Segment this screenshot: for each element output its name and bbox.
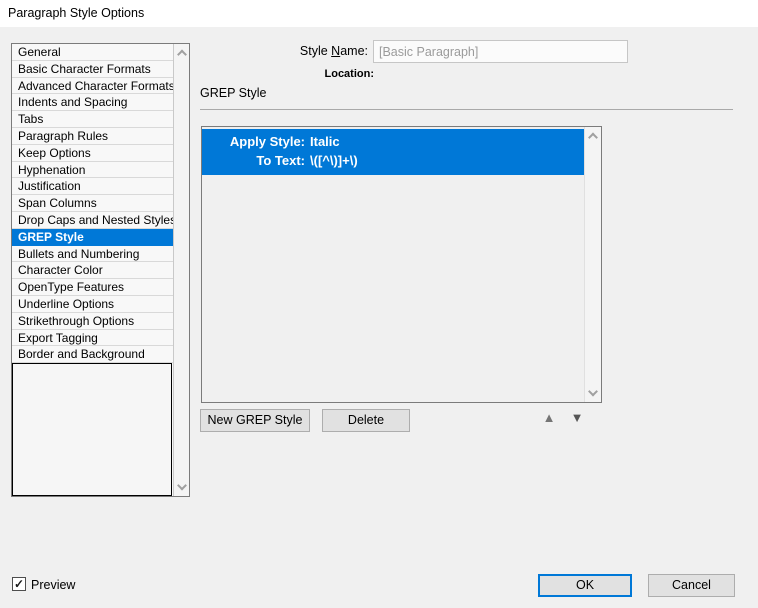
sidebar-item-opentype-features[interactable]: OpenType Features	[12, 279, 173, 296]
paragraph-style-options-dialog: { "window": { "title": "Paragraph Style …	[0, 0, 758, 608]
scroll-up-icon[interactable]	[176, 49, 187, 60]
sidebar-item-grep-style[interactable]: GREP Style	[12, 228, 173, 246]
panel-title: GREP Style	[200, 86, 267, 100]
dialog-title: Paragraph Style Options	[8, 6, 145, 20]
grep-line-label: To Text:	[256, 153, 305, 168]
sidebar-item-export-tagging[interactable]: Export Tagging	[12, 330, 173, 347]
scroll-down-icon[interactable]	[176, 480, 187, 491]
preview-checkbox[interactable]: ✓	[12, 577, 26, 591]
move-down-button[interactable]: ▼	[567, 409, 587, 427]
sidebar-item-border-and-background[interactable]: Border and Background	[12, 346, 173, 364]
cancel-button[interactable]: Cancel	[648, 574, 735, 597]
sidebar-item-justification[interactable]: Justification	[12, 178, 173, 196]
sidebar-scrollbar[interactable]	[173, 44, 189, 496]
grep-style-entry[interactable]: Apply Style: Italic To Text: \([^\)]+\)	[202, 129, 584, 175]
grep-list-scrollbar[interactable]	[584, 127, 601, 402]
grep-line-value: \([^\)]+\)	[310, 153, 358, 168]
grep-line-label: Apply Style:	[229, 134, 305, 149]
style-name-input	[373, 40, 628, 63]
move-up-button[interactable]: ▲	[539, 409, 559, 427]
grep-style-list: Apply Style: Italic To Text: \([^\)]+\)	[201, 126, 602, 403]
sidebar-item-general[interactable]: General	[12, 44, 173, 61]
scroll-up-icon[interactable]	[588, 132, 598, 143]
sidebar-item-tabs[interactable]: Tabs	[12, 111, 173, 128]
preview-label: Preview	[31, 578, 76, 592]
sidebar-item-bullets-and-numbering[interactable]: Bullets and Numbering	[12, 246, 173, 263]
sidebar-item-advanced-character-formats[interactable]: Advanced Character Formats	[12, 78, 173, 95]
sidebar-item-paragraph-rules[interactable]: Paragraph Rules	[12, 128, 173, 145]
grep-style-rows: Apply Style: Italic To Text: \([^\)]+\)	[202, 129, 584, 175]
style-preview-box	[12, 363, 172, 496]
move-up-icon: ▲	[542, 410, 556, 425]
grep-line-value: Italic	[310, 134, 340, 149]
sidebar-item-keep-options[interactable]: Keep Options	[12, 145, 173, 162]
dialog-titlebar: Paragraph Style Options	[0, 0, 758, 27]
style-name-label: Style Name:	[299, 44, 368, 58]
new-grep-style-button[interactable]: New GREP Style	[200, 409, 310, 432]
scroll-down-icon[interactable]	[588, 386, 598, 397]
move-down-icon: ▼	[570, 410, 584, 425]
delete-button[interactable]: Delete	[322, 409, 410, 432]
sidebar-item-span-columns[interactable]: Span Columns	[12, 195, 173, 212]
sidebar-item-character-color[interactable]: Character Color	[12, 262, 173, 280]
location-label: Location:	[324, 68, 375, 80]
checkmark-icon: ✓	[13, 577, 25, 591]
sidebar-item-underline-options[interactable]: Underline Options	[12, 296, 173, 313]
sidebar-item-drop-caps-and-nested-styles[interactable]: Drop Caps and Nested Styles	[12, 212, 173, 229]
panel-divider	[200, 109, 733, 110]
sidebar-item-strikethrough-options[interactable]: Strikethrough Options	[12, 313, 173, 330]
sidebar-item-hyphenation[interactable]: Hyphenation	[12, 162, 173, 179]
sidebar-item-indents-and-spacing[interactable]: Indents and Spacing	[12, 94, 173, 112]
ok-button[interactable]: OK	[538, 574, 632, 597]
sidebar-item-basic-character-formats[interactable]: Basic Character Formats	[12, 61, 173, 78]
